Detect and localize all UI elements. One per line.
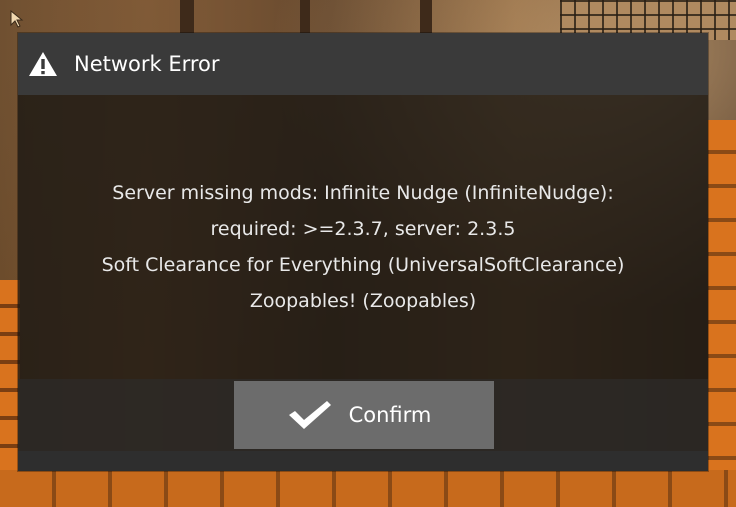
background-floor	[0, 470, 736, 507]
game-scene: Network Error Server missing mods: Infin…	[0, 0, 736, 507]
confirm-button-label: Confirm	[348, 403, 432, 427]
dialog-footer: Confirm	[18, 379, 708, 451]
network-error-dialog: Network Error Server missing mods: Infin…	[18, 33, 708, 471]
background-wall-right	[708, 120, 736, 470]
dialog-header: Network Error	[18, 33, 708, 95]
dialog-body: Server missing mods: Infinite Nudge (Inf…	[18, 95, 708, 379]
background-wall-left	[0, 280, 20, 470]
mouse-cursor-icon	[10, 10, 24, 28]
dialog-bottom-strip	[18, 451, 708, 471]
warning-icon	[29, 52, 57, 76]
confirm-button[interactable]: Confirm	[234, 381, 494, 449]
dialog-title: Network Error	[74, 52, 220, 76]
error-message-line: Zoopables! (Zoopables)	[249, 290, 477, 312]
error-message-line: Soft Clearance for Everything (Universal…	[101, 254, 625, 276]
checkmark-icon	[288, 401, 331, 429]
error-message: Server missing mods: Infinite Nudge (Inf…	[33, 175, 693, 319]
error-message-line: Server missing mods: Infinite Nudge (Inf…	[112, 182, 614, 204]
error-message-line: required: >=2.3.7, server: 2.3.5	[210, 218, 516, 240]
